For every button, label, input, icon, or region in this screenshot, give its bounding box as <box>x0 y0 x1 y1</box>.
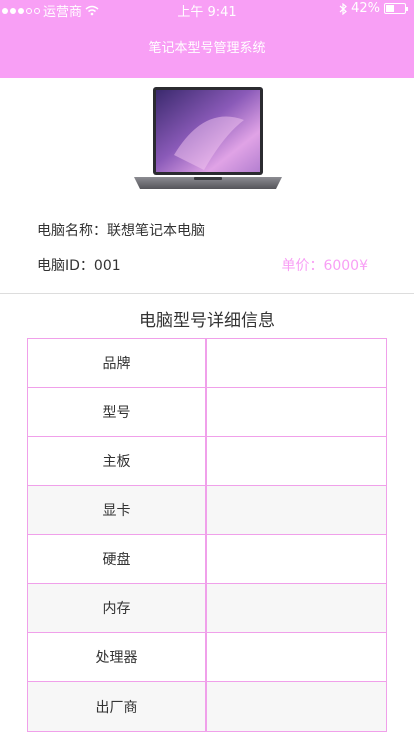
detail-section-title: 电脑型号详细信息 <box>139 311 275 331</box>
battery-percent: 42% <box>351 1 380 16</box>
spec-value <box>207 584 386 632</box>
spec-row-manufacturer: 出厂商 <box>28 682 386 731</box>
spec-label: 出厂商 <box>28 682 207 731</box>
spec-label: 硬盘 <box>28 535 207 583</box>
spec-label: 显卡 <box>28 486 207 534</box>
spec-label: 品牌 <box>28 339 207 387</box>
spec-value <box>207 535 386 583</box>
spec-value <box>207 388 386 436</box>
battery-icon <box>384 3 408 14</box>
spec-row-model: 型号 <box>28 388 386 437</box>
spec-value <box>207 339 386 387</box>
header-bar: 运营商 上午 9:41 42% 笔记本型号管理系统 <box>0 0 414 78</box>
spec-label: 内存 <box>28 584 207 632</box>
spec-value <box>207 437 386 485</box>
product-id: 电脑ID：001 <box>37 258 121 274</box>
product-name: 电脑名称：联想笔记本电脑 <box>37 223 205 239</box>
page-title: 笔记本型号管理系统 <box>148 41 266 56</box>
spec-value <box>207 486 386 534</box>
spec-row-memory: 内存 <box>28 584 386 633</box>
laptop-image <box>134 87 282 189</box>
spec-label: 主板 <box>28 437 207 485</box>
spec-row-motherboard: 主板 <box>28 437 386 486</box>
status-bar: 运营商 上午 9:41 42% <box>0 0 414 20</box>
spec-row-cpu: 处理器 <box>28 633 386 682</box>
spec-row-brand: 品牌 <box>28 339 386 388</box>
divider <box>0 293 414 294</box>
product-price: 单价：6000¥ <box>281 258 368 274</box>
spec-table: 品牌 型号 主板 显卡 硬盘 内存 处理器 出厂商 <box>27 338 387 732</box>
status-right: 42% <box>339 1 408 16</box>
spec-value <box>207 633 386 681</box>
spec-value <box>207 682 386 731</box>
spec-row-gpu: 显卡 <box>28 486 386 535</box>
bluetooth-icon <box>339 2 348 15</box>
spec-row-disk: 硬盘 <box>28 535 386 584</box>
spec-label: 处理器 <box>28 633 207 681</box>
spec-label: 型号 <box>28 388 207 436</box>
